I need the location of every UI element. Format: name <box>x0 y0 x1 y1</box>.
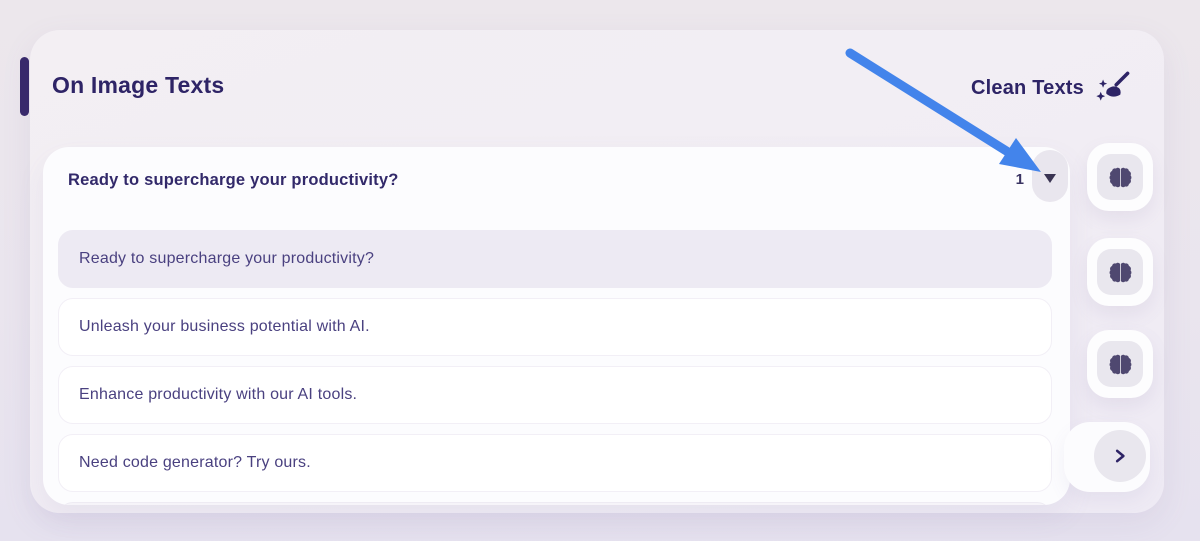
title-accent-bar <box>20 57 29 116</box>
clean-texts-button[interactable]: Clean Texts <box>971 70 1132 106</box>
dropdown-toggle-button[interactable] <box>1032 150 1068 202</box>
next-button[interactable] <box>1064 422 1150 492</box>
list-item-partial <box>58 502 1052 505</box>
brain-icon <box>1097 249 1143 295</box>
ai-generate-button[interactable] <box>1087 143 1153 211</box>
chevron-right-icon <box>1094 430 1146 482</box>
brain-icon <box>1097 341 1143 387</box>
list-item[interactable]: Unleash your business potential with AI. <box>58 298 1052 356</box>
brain-icon <box>1097 154 1143 200</box>
dropdown-options-list: Ready to supercharge your productivity? … <box>58 230 1052 505</box>
list-item[interactable]: Need code generator? Try ours. <box>58 434 1052 492</box>
ai-generate-button[interactable] <box>1087 238 1153 306</box>
dropdown-panel: Ready to supercharge your productivity? … <box>43 147 1070 505</box>
dropdown-count: 1 <box>1015 171 1024 188</box>
dropdown-selected-text: Ready to supercharge your productivity? <box>68 171 399 189</box>
clean-texts-label: Clean Texts <box>971 76 1084 99</box>
page-title: On Image Texts <box>52 72 225 98</box>
ai-generate-button[interactable] <box>1087 330 1153 398</box>
list-item[interactable]: Enhance productivity with our AI tools. <box>58 366 1052 424</box>
triangle-down-icon <box>1044 174 1056 183</box>
broom-sparkles-icon <box>1094 70 1132 106</box>
list-item[interactable]: Ready to supercharge your productivity? <box>58 230 1052 288</box>
